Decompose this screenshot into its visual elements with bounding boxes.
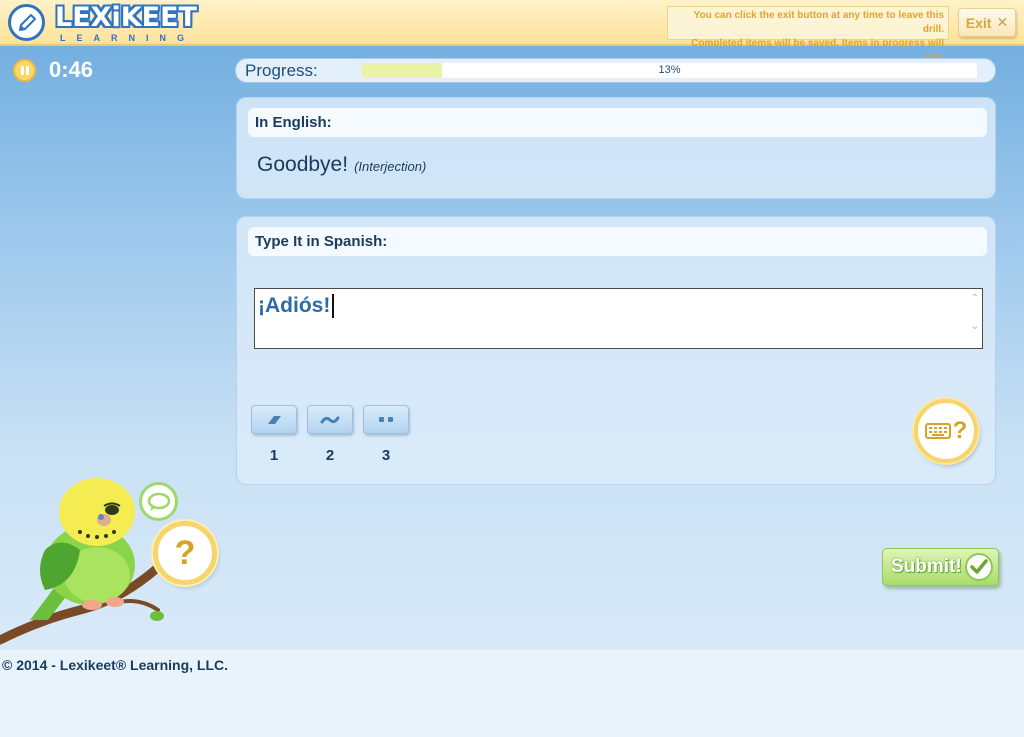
part-of-speech: (Interjection) <box>354 159 427 174</box>
english-prompt-card: In English: Goodbye! (Interjection) <box>236 97 996 199</box>
spanish-answer-card: Type It in Spanish: ¡Adiós! ⌃ ⌄ 1 2 3 ? <box>236 216 996 485</box>
logo-subtext: LEARNING <box>60 33 195 43</box>
answer-scrollbar[interactable]: ⌃ ⌄ <box>970 293 980 343</box>
umlaut-icon <box>379 416 393 422</box>
accent-number-3: 3 <box>381 447 391 464</box>
accent-number-2: 2 <box>325 447 335 464</box>
keyboard-help-icon <box>924 423 951 439</box>
exit-label: Exit <box>965 14 992 31</box>
pause-button[interactable] <box>13 59 36 82</box>
checkmark-icon <box>965 553 993 581</box>
chat-bubble-icon <box>147 492 170 511</box>
progress-panel: Progress: 13% <box>235 58 996 83</box>
help-button[interactable]: ? <box>153 521 217 585</box>
exit-notice: You can click the exit button at any tim… <box>667 6 949 63</box>
header-bar: LEXiKEET LEARNING You can click the exit… <box>0 0 1024 63</box>
help-question-icon: ? <box>174 533 196 572</box>
english-heading: In English: <box>248 108 987 137</box>
accent-number-1: 1 <box>269 447 279 464</box>
scroll-up-icon[interactable]: ⌃ <box>970 293 980 305</box>
chat-bubble-button[interactable] <box>139 482 178 521</box>
close-x-icon: ✕ <box>996 14 1009 30</box>
logo-pencil-icon <box>8 4 45 41</box>
progress-bar: 13% <box>362 63 977 78</box>
pause-icon <box>20 66 30 75</box>
tilde-button[interactable] <box>307 405 353 434</box>
answer-text: ¡Adiós! <box>258 294 335 318</box>
submit-label: Submit! <box>891 556 962 577</box>
copyright-text: © 2014 - Lexikeet® Learning, LLC. <box>2 657 229 673</box>
footer: © 2014 - Lexikeet® Learning, LLC. <box>0 650 1024 737</box>
tilde-icon <box>320 416 340 423</box>
progress-percent: 13% <box>658 64 681 76</box>
spanish-heading: Type It in Spanish: <box>248 227 987 256</box>
keyboard-help-button[interactable]: ? <box>914 399 978 463</box>
progress-label: Progress: <box>245 61 318 80</box>
exit-button[interactable]: Exit ✕ <box>958 8 1016 37</box>
umlaut-button[interactable] <box>363 405 409 434</box>
english-word: Goodbye! (Interjection) <box>257 153 426 177</box>
submit-button[interactable]: Submit! <box>882 548 999 586</box>
scroll-down-icon[interactable]: ⌄ <box>970 321 980 333</box>
timer-display: 0:46 <box>49 57 94 82</box>
keyboard-help-question-mark: ? <box>952 417 968 444</box>
acute-accent-button[interactable] <box>251 405 297 434</box>
english-word-text: Goodbye! <box>257 153 349 176</box>
logo-wordmark: LEXiKEET <box>55 2 197 33</box>
exit-notice-line-1: You can click the exit button at any tim… <box>693 10 944 35</box>
acute-accent-icon <box>268 415 281 424</box>
answer-input[interactable]: ¡Adiós! ⌃ ⌄ <box>254 288 983 349</box>
